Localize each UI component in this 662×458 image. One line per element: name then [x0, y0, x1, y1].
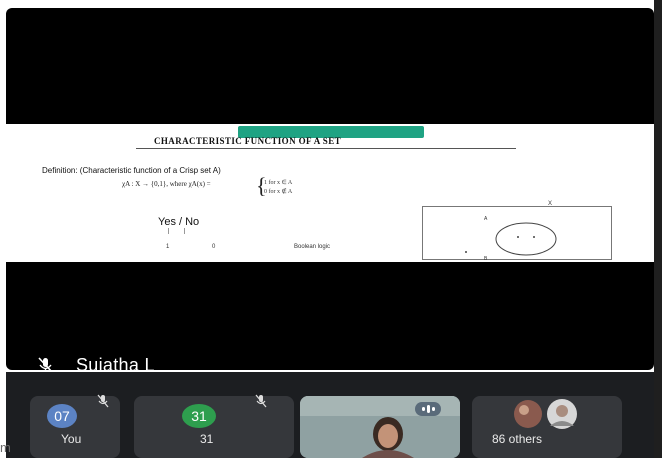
meeting-screen: CHARACTERISTIC FUNCTION OF A SET Definit…: [0, 0, 662, 458]
slide-zero: 0: [212, 244, 216, 250]
avatar: 31: [182, 404, 216, 428]
formula-case-1: 1 for x ∈ A: [264, 180, 293, 186]
presentation-stage: CHARACTERISTIC FUNCTION OF A SET Definit…: [6, 8, 654, 370]
others-avatar-stack: [514, 399, 577, 429]
presenter-name: Sujatha L: [76, 354, 155, 371]
participant-tile-you[interactable]: 07 You: [30, 394, 120, 458]
venn-b-label: B: [484, 256, 488, 262]
participant-tray: 07 You 31 31 86 others: [6, 372, 654, 458]
mic-off-icon: [255, 394, 267, 408]
participant-tile-31[interactable]: 31 31: [134, 394, 294, 458]
participant-tile-others[interactable]: 86 others: [472, 396, 622, 458]
formula-case-0: 0 for x ∉ A: [264, 189, 293, 195]
slide-yes-no: Yes / No: [158, 216, 200, 228]
participant-tile-video[interactable]: [300, 396, 460, 458]
scroll-gutter: [654, 0, 662, 458]
slide-definition: Definition: (Characteristic function of …: [42, 166, 221, 175]
venn-dot: [517, 236, 519, 238]
avatar: 07: [47, 404, 77, 428]
clipped-left-text: m: [0, 440, 11, 455]
shared-slide: CHARACTERISTIC FUNCTION OF A SET Definit…: [6, 124, 654, 262]
tick-mark: [168, 228, 169, 234]
participant-label: 31: [200, 432, 214, 446]
venn-dot: [533, 236, 535, 238]
venn-diagram: X A B: [465, 201, 557, 262]
presenter-name-row: Sujatha L: [36, 354, 155, 370]
venn-ellipse: [495, 222, 557, 256]
slide-formula: χA : X → {0,1}, where χA(x) =: [122, 180, 211, 188]
mic-off-icon: [38, 357, 52, 370]
venn-x-label: X: [548, 201, 552, 207]
tick-mark: [184, 228, 185, 234]
slide-boolean-logic: Boolean logic: [294, 244, 331, 250]
speaking-indicator-icon: [415, 402, 441, 416]
participant-label: You: [61, 432, 82, 446]
participant-label: 86 others: [492, 432, 543, 446]
title-underline: [136, 148, 516, 149]
slide-title: CHARACTERISTIC FUNCTION OF A SET: [154, 136, 341, 146]
slide-one: 1: [166, 244, 170, 250]
venn-dot: [465, 251, 467, 253]
venn-a-label: A: [484, 216, 488, 222]
mic-off-icon: [97, 394, 109, 408]
